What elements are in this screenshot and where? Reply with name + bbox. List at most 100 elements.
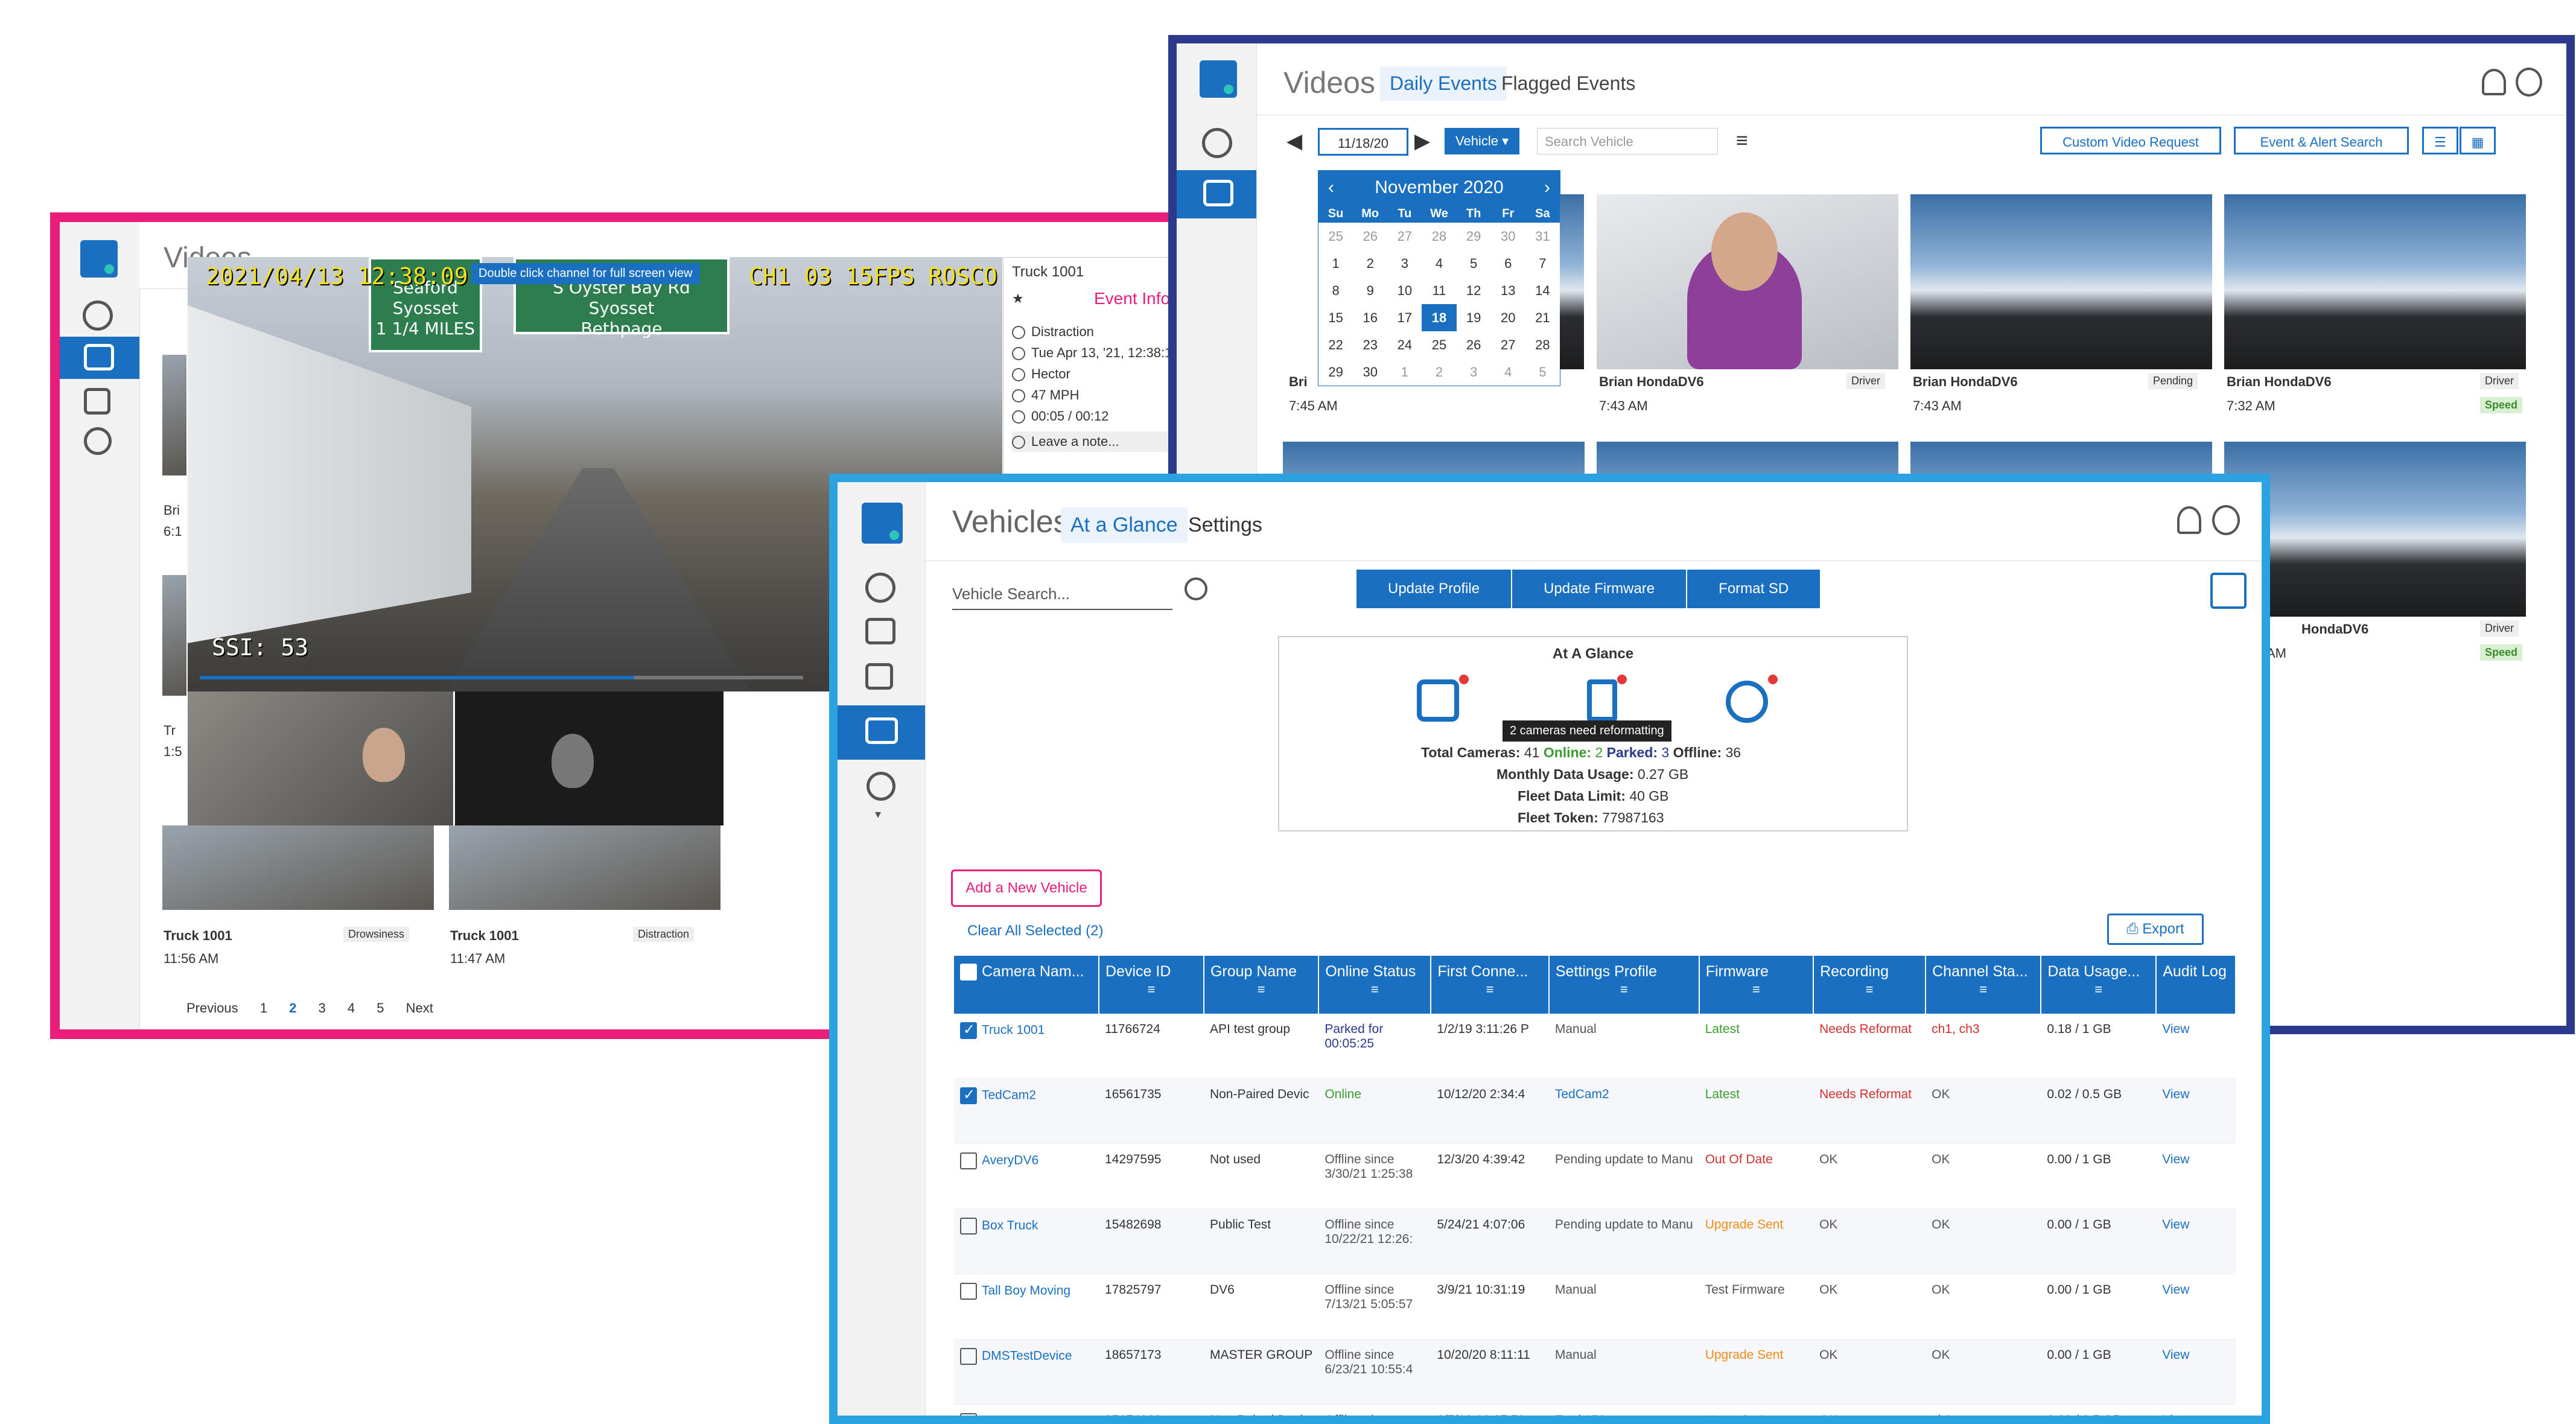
column-header[interactable]: Camera Nam...	[954, 956, 1100, 1014]
filter-icon[interactable]: ≡	[1736, 129, 1748, 153]
sd-card-icon[interactable]	[1587, 679, 1617, 722]
calendar-day[interactable]: 29	[1457, 223, 1491, 250]
column-header[interactable]: Recording ≡	[1813, 956, 1927, 1014]
row-checkbox[interactable]	[960, 1348, 977, 1365]
row-checkbox[interactable]	[960, 1152, 977, 1169]
calendar-day[interactable]: 9	[1353, 277, 1387, 304]
next-date-icon[interactable]: ▶	[1414, 129, 1430, 153]
user-icon[interactable]	[2516, 68, 2542, 97]
row-checkbox[interactable]	[960, 1218, 977, 1235]
filter-icon[interactable]: ≡	[2047, 982, 2149, 997]
chip-icon[interactable]	[1417, 679, 1459, 722]
pager-page-4[interactable]: 4	[348, 1000, 355, 1016]
filter-icon[interactable]: ≡	[1325, 982, 1424, 997]
filter-icon[interactable]: ≡	[1820, 982, 1919, 997]
calendar-day[interactable]: 16	[1353, 304, 1387, 331]
camera-name-cell[interactable]: AveryDV6	[954, 1143, 1099, 1209]
calendar-day[interactable]: 20	[1491, 304, 1525, 331]
calendar-day[interactable]: 8	[1318, 277, 1353, 304]
camera-name-link[interactable]: Box Truck	[982, 1219, 1038, 1233]
camera-name-link[interactable]: TedCam2	[982, 1089, 1036, 1102]
calendar-day[interactable]: 29	[1318, 358, 1353, 386]
audit-log-link[interactable]: View	[2156, 1274, 2236, 1340]
export-button[interactable]: ⎙ Export	[2107, 914, 2204, 945]
pager-page-2[interactable]: 2	[289, 1000, 296, 1016]
table-row[interactable]: Tall Boy Moving 17825797 DV6 Offline since 7…	[954, 1274, 2236, 1340]
pager-previous[interactable]: Previous	[186, 1000, 238, 1016]
next-month-icon[interactable]: ›	[1544, 171, 1550, 205]
tab-at-a-glance[interactable]: At a Glance	[1061, 507, 1188, 543]
prev-month-icon[interactable]: ‹	[1328, 171, 1334, 205]
camera-name-cell[interactable]: Ford 150	[954, 1404, 1099, 1416]
chevron-down-icon[interactable]: ▾	[875, 807, 881, 822]
map-pin-icon[interactable]	[1202, 128, 1232, 158]
prev-date-icon[interactable]: ◀	[1286, 129, 1302, 153]
filter-icon[interactable]: ≡	[1932, 982, 2034, 997]
vehicle-select[interactable]: Vehicle ▾	[1445, 128, 1520, 154]
search-icon[interactable]	[1185, 577, 1207, 600]
cabin-channel[interactable]	[188, 691, 453, 825]
update-profile-button[interactable]: Update Profile	[1356, 570, 1513, 608]
table-row[interactable]: Truck 1001 11766724 API test group Parked f…	[954, 1014, 2236, 1079]
infrared-channel[interactable]	[455, 691, 724, 825]
calendar-day[interactable]: 11	[1422, 277, 1456, 304]
select-all-checkbox[interactable]	[960, 964, 977, 981]
calendar-day[interactable]: 30	[1491, 223, 1525, 250]
pager-page-3[interactable]: 3	[318, 1000, 325, 1016]
column-header[interactable]: Online Status ≡	[1318, 956, 1432, 1014]
date-input[interactable]: 11/18/20	[1318, 128, 1408, 156]
calendar-day[interactable]: 26	[1353, 223, 1387, 250]
calendar-day[interactable]: 7	[1525, 250, 1560, 277]
video-thumbnail[interactable]	[449, 825, 720, 910]
calendar-day[interactable]: 3	[1387, 250, 1422, 277]
date-picker[interactable]: ‹ November 2020 › Su Mo Tu We Th Fr Sa 25 26 27 2…	[1318, 170, 1560, 386]
gear-icon[interactable]	[867, 772, 895, 801]
user-icon[interactable]	[2212, 505, 2240, 535]
calendar-day[interactable]: 27	[1491, 331, 1525, 358]
row-checkbox[interactable]	[960, 1086, 977, 1104]
column-header[interactable]: Settings Profile ≡	[1548, 956, 1700, 1014]
calendar-day[interactable]: 2	[1422, 358, 1456, 386]
calendar-day[interactable]: 10	[1387, 277, 1422, 304]
vehicle-search-input[interactable]: Search Vehicle	[1537, 128, 1718, 154]
table-row[interactable]: AveryDV6 14297595 Not used Offline since 3/3…	[954, 1143, 2236, 1209]
table-row[interactable]: DMSTestDevice 18657173 MASTER GROUP Offline…	[954, 1339, 2236, 1405]
calendar-day[interactable]: 12	[1457, 277, 1491, 304]
video-thumbnail[interactable]	[162, 575, 186, 696]
calendar-day[interactable]: 14	[1525, 277, 1560, 304]
tab-flagged-events[interactable]: Flagged Events	[1492, 66, 1645, 101]
update-firmware-button[interactable]: Update Firmware	[1512, 570, 1688, 608]
grid-view-icon[interactable]: ▦	[2460, 127, 2496, 154]
camera-name-link[interactable]: DMSTestDevice	[982, 1349, 1072, 1363]
audit-log-link[interactable]: View	[2156, 1404, 2236, 1416]
calendar-day[interactable]: 27	[1387, 223, 1422, 250]
audit-log-link[interactable]: View	[2156, 1014, 2236, 1079]
calendar-day[interactable]: 21	[1525, 304, 1560, 331]
column-header[interactable]: Group Name ≡	[1203, 956, 1320, 1014]
calendar-day[interactable]: 4	[1422, 250, 1456, 277]
camera-name-link[interactable]: Tall Boy Moving	[982, 1284, 1070, 1298]
calendar-day[interactable]: 15	[1318, 304, 1353, 331]
calendar-day[interactable]: 25	[1422, 331, 1456, 358]
camera-name-link[interactable]: Truck 1001	[982, 1023, 1045, 1037]
row-checkbox[interactable]	[960, 1413, 977, 1416]
calendar-day[interactable]: 19	[1457, 304, 1491, 331]
event-alert-search-button[interactable]: Event & Alert Search	[2234, 127, 2409, 154]
calendar-day[interactable]: 5	[1457, 250, 1491, 277]
bar-chart-icon[interactable]	[865, 663, 893, 690]
calendar-day[interactable]: 17	[1387, 304, 1422, 331]
custom-video-request-button[interactable]: Custom Video Request	[2040, 127, 2221, 154]
filter-icon[interactable]: ≡	[1437, 982, 1542, 997]
map-pin-icon[interactable]	[83, 300, 113, 331]
calendar-day[interactable]: 13	[1491, 277, 1525, 304]
panel-toggle-icon[interactable]	[2210, 573, 2247, 609]
camera-name-link[interactable]: AveryDV6	[982, 1154, 1038, 1168]
calendar-day[interactable]: 4	[1491, 358, 1525, 386]
filter-icon[interactable]: ≡	[1706, 982, 1807, 997]
tab-daily-events[interactable]: Daily Events	[1380, 66, 1507, 101]
video-thumbnail[interactable]	[1910, 194, 2212, 369]
calendar-day[interactable]: 3	[1457, 358, 1491, 386]
pager-next[interactable]: Next	[406, 1000, 433, 1016]
video-thumbnail[interactable]	[162, 825, 434, 910]
row-checkbox[interactable]	[960, 1283, 977, 1300]
